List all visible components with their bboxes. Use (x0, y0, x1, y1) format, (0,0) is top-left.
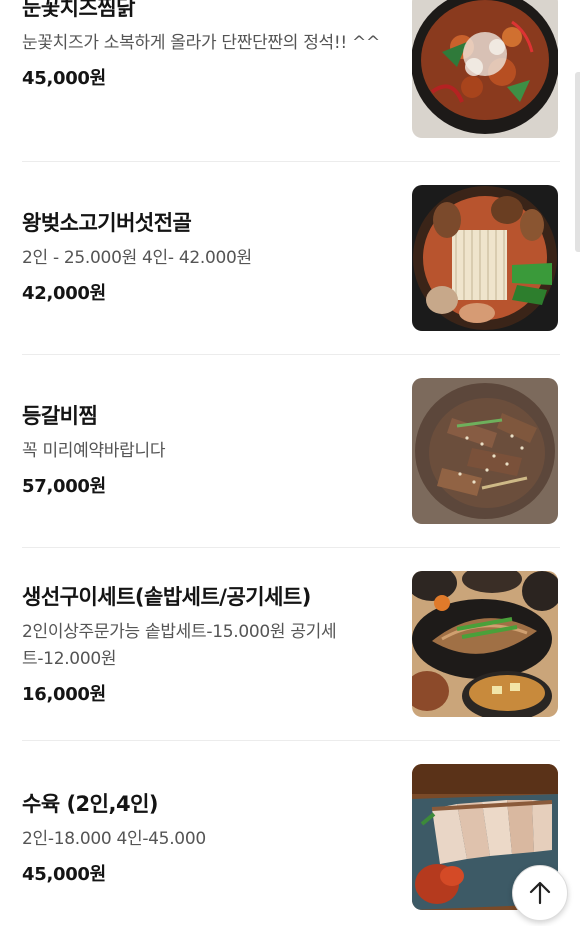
menu-item[interactable]: 왕벚소고기버섯전골 2인 - 25.000원 4인- 42.000원 42,00… (22, 185, 560, 331)
divider (22, 354, 560, 355)
menu-item-price: 16,000원 (22, 684, 106, 705)
divider (22, 547, 560, 548)
menu-item-price: 57,000원 (22, 476, 106, 497)
menu-item-price: 42,000원 (22, 283, 106, 304)
menu-item-name: 생선구이세트(솥밥세트/공기세트) (22, 585, 311, 609)
menu-item-name: 등갈비찜 (22, 404, 98, 428)
grilled-fish-set-photo (412, 571, 558, 717)
menu-item[interactable]: 수육 (2인,4인) 2인-18.000 4인-45.000 45,000원 (22, 764, 560, 910)
divider (22, 740, 560, 741)
menu-item-name: 왕벚소고기버섯전골 (22, 211, 192, 235)
menu-item-description: 꼭 미리예약바랍니다 (22, 441, 166, 461)
menu-item[interactable]: 생선구이세트(솥밥세트/공기세트) 2인이상주문가능 솥밥세트-15.000원 … (22, 571, 560, 717)
menu-item-photo[interactable] (412, 378, 558, 524)
braised-ribs-photo (412, 378, 558, 524)
menu-item-text: 수육 (2인,4인) 2인-18.000 4인-45.000 45,000원 (22, 788, 394, 886)
menu-item-price: 45,000원 (22, 864, 106, 885)
divider (22, 161, 560, 162)
menu-item-price: 45,000원 (22, 68, 106, 89)
cheese-jjimdak-photo (412, 0, 558, 138)
menu-item-name: 눈꽃치즈찜닭 (22, 0, 135, 20)
menu-item-description: 2인-18.000 4인-45.000 (22, 829, 206, 849)
menu-item-photo[interactable] (412, 185, 558, 331)
arrow-up-icon (529, 881, 551, 905)
scroll-to-top-button[interactable] (512, 865, 568, 921)
menu-item-photo[interactable] (412, 0, 558, 138)
menu-item-text: 왕벚소고기버섯전골 2인 - 25.000원 4인- 42.000원 42,00… (22, 207, 394, 305)
menu-item-text: 등갈비찜 꼭 미리예약바랍니다 57,000원 (22, 400, 394, 498)
menu-item-description: 2인 - 25.000원 4인- 42.000원 (22, 248, 252, 268)
scrollbar-thumb[interactable] (575, 72, 580, 252)
beef-mushroom-hotpot-photo (412, 185, 558, 331)
menu-item-name: 수육 (2인,4인) (22, 792, 159, 816)
menu-item[interactable]: 눈꽃치즈찜닭 눈꽃치즈가 소복하게 올라가 단짠단짠의 정석!! ^^ 45,0… (22, 0, 560, 138)
menu-item-description: 눈꽃치즈가 소복하게 올라가 단짠단짠의 정석!! ^^ (22, 33, 380, 53)
menu-item-text: 생선구이세트(솥밥세트/공기세트) 2인이상주문가능 솥밥세트-15.000원 … (22, 581, 394, 706)
menu-item[interactable]: 등갈비찜 꼭 미리예약바랍니다 57,000원 (22, 378, 560, 524)
menu-item-photo[interactable] (412, 571, 558, 717)
menu-item-text: 눈꽃치즈찜닭 눈꽃치즈가 소복하게 올라가 단짠단짠의 정석!! ^^ 45,0… (22, 0, 394, 90)
menu-item-description: 2인이상주문가능 솥밥세트-15.000원 공기세트-12.000원 (22, 622, 337, 669)
